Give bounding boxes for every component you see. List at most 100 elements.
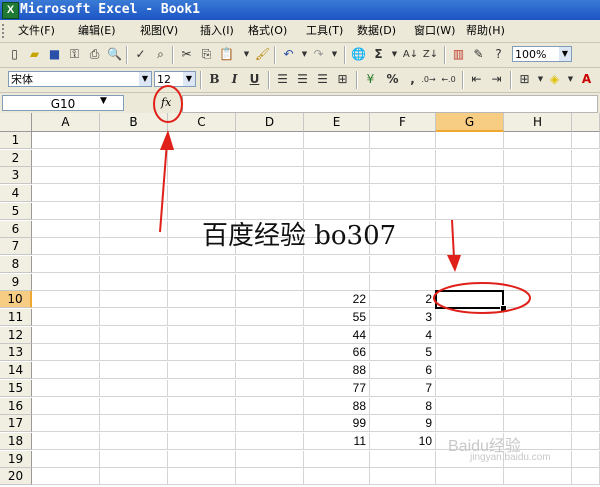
row-header-1[interactable]: 1 xyxy=(0,132,32,149)
cell-e19[interactable] xyxy=(304,450,370,468)
menu-edit[interactable]: 编辑(E) xyxy=(78,24,116,38)
cell-a3[interactable] xyxy=(32,167,100,185)
cell-c9[interactable] xyxy=(168,273,236,291)
autosum-icon[interactable]: Σ xyxy=(370,46,387,63)
cell-g9[interactable] xyxy=(436,273,504,291)
underline-button[interactable]: U xyxy=(246,71,263,88)
cell-d18[interactable] xyxy=(236,432,304,450)
cell-f16[interactable]: 8 xyxy=(370,397,436,415)
cell-a20[interactable] xyxy=(32,468,100,486)
cell-f10[interactable]: 2 xyxy=(370,291,436,309)
cell-h14[interactable] xyxy=(504,362,572,380)
cell-g14[interactable] xyxy=(436,362,504,380)
cell-g8[interactable] xyxy=(436,255,504,273)
cell-e17[interactable]: 99 xyxy=(304,415,370,433)
cell-d3[interactable] xyxy=(236,167,304,185)
cell-b15[interactable] xyxy=(100,379,168,397)
cell-i5[interactable] xyxy=(572,202,600,220)
cell-b16[interactable] xyxy=(100,397,168,415)
cell-a8[interactable] xyxy=(32,255,100,273)
cell-g13[interactable] xyxy=(436,344,504,362)
cell-c12[interactable] xyxy=(168,326,236,344)
cell-a5[interactable] xyxy=(32,202,100,220)
toolbar-grip[interactable] xyxy=(2,24,7,38)
cell-i16[interactable] xyxy=(572,397,600,415)
cell-b12[interactable] xyxy=(100,326,168,344)
cell-i18[interactable] xyxy=(572,432,600,450)
menu-data[interactable]: 数据(D) xyxy=(357,24,396,38)
cell-h17[interactable] xyxy=(504,415,572,433)
cell-h16[interactable] xyxy=(504,397,572,415)
row-header-2[interactable]: 2 xyxy=(0,149,32,167)
cell-g7[interactable] xyxy=(436,238,504,256)
cell-a19[interactable] xyxy=(32,450,100,468)
row-header-12[interactable]: 12 xyxy=(0,326,32,344)
formula-input[interactable] xyxy=(182,95,598,113)
open-icon[interactable]: ▰ xyxy=(26,46,43,63)
menu-file[interactable]: 文件(F) xyxy=(18,24,55,38)
cell-e2[interactable] xyxy=(304,149,370,167)
column-header-a[interactable]: A xyxy=(32,113,100,132)
cell-b11[interactable] xyxy=(100,309,168,326)
cell-i20[interactable] xyxy=(572,468,600,486)
column-header-g[interactable]: G xyxy=(436,113,504,132)
cell-e20[interactable] xyxy=(304,468,370,486)
row-header-5[interactable]: 5 xyxy=(0,202,32,220)
row-header-18[interactable]: 18 xyxy=(0,432,32,450)
column-header-overflow[interactable] xyxy=(572,113,600,132)
row-header-16[interactable]: 16 xyxy=(0,397,32,415)
align-left-icon[interactable]: ☰ xyxy=(274,71,291,88)
cell-a18[interactable] xyxy=(32,432,100,450)
cell-f8[interactable] xyxy=(370,255,436,273)
column-header-c[interactable]: C xyxy=(168,113,236,132)
cell-d4[interactable] xyxy=(236,185,304,203)
cell-d19[interactable] xyxy=(236,450,304,468)
font-name-dropdown-icon[interactable]: ▼ xyxy=(139,72,151,86)
cell-h20[interactable] xyxy=(504,468,572,486)
redo-dropdown-icon[interactable]: ▼ xyxy=(326,46,343,63)
cell-e13[interactable]: 66 xyxy=(304,344,370,362)
cell-f13[interactable]: 5 xyxy=(370,344,436,362)
cell-h1[interactable] xyxy=(504,132,572,149)
cell-i14[interactable] xyxy=(572,362,600,380)
cell-h10[interactable] xyxy=(504,291,572,309)
cell-h5[interactable] xyxy=(504,202,572,220)
cell-f3[interactable] xyxy=(370,167,436,185)
cell-d1[interactable] xyxy=(236,132,304,149)
cell-b7[interactable] xyxy=(100,238,168,256)
cell-e8[interactable] xyxy=(304,255,370,273)
cell-i4[interactable] xyxy=(572,185,600,203)
cell-f18[interactable]: 10 xyxy=(370,432,436,450)
cell-a14[interactable] xyxy=(32,362,100,380)
cell-b14[interactable] xyxy=(100,362,168,380)
zoom-dropdown-icon[interactable]: ▼ xyxy=(559,47,571,61)
cell-g15[interactable] xyxy=(436,379,504,397)
cell-i7[interactable] xyxy=(572,238,600,256)
cell-b2[interactable] xyxy=(100,149,168,167)
cell-h6[interactable] xyxy=(504,220,572,238)
cell-c14[interactable] xyxy=(168,362,236,380)
menu-window[interactable]: 窗口(W) xyxy=(414,24,455,38)
cell-f14[interactable]: 6 xyxy=(370,362,436,380)
row-header-6[interactable]: 6 xyxy=(0,220,32,238)
cell-a7[interactable] xyxy=(32,238,100,256)
cell-h15[interactable] xyxy=(504,379,572,397)
cell-g5[interactable] xyxy=(436,202,504,220)
font-name-select[interactable]: 宋体 ▼ xyxy=(8,71,152,87)
cell-f19[interactable] xyxy=(370,450,436,468)
cell-g4[interactable] xyxy=(436,185,504,203)
cell-h13[interactable] xyxy=(504,344,572,362)
cell-h9[interactable] xyxy=(504,273,572,291)
cell-i3[interactable] xyxy=(572,167,600,185)
cell-b5[interactable] xyxy=(100,202,168,220)
cell-b13[interactable] xyxy=(100,344,168,362)
row-header-19[interactable]: 19 xyxy=(0,450,32,468)
cell-g17[interactable] xyxy=(436,415,504,433)
increase-decimal-icon[interactable]: .0→ xyxy=(420,71,437,88)
print-icon[interactable]: ⎙ xyxy=(86,46,103,63)
cell-a15[interactable] xyxy=(32,379,100,397)
cell-g12[interactable] xyxy=(436,326,504,344)
cell-d9[interactable] xyxy=(236,273,304,291)
cell-h11[interactable] xyxy=(504,309,572,326)
cell-h2[interactable] xyxy=(504,149,572,167)
